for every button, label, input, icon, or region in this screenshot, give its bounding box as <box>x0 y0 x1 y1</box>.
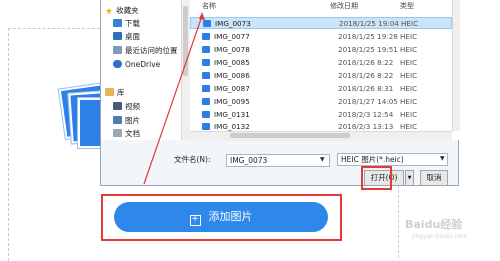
file-type-select[interactable]: HEIC 图片(*.heic) <box>337 153 448 166</box>
column-header-type[interactable]: 类型 <box>400 0 414 12</box>
watermark-logo: Baidu经验 <box>405 218 463 231</box>
documents-icon <box>113 129 122 137</box>
recent-places-icon <box>113 46 122 54</box>
downloads-folder-icon <box>113 19 122 27</box>
arrow-annotation <box>143 12 205 185</box>
chevron-down-icon[interactable]: ▼ <box>320 156 325 163</box>
star-icon: ★ <box>105 7 114 17</box>
open-button-highlight <box>361 166 392 190</box>
cancel-button[interactable]: 取消 <box>420 170 448 186</box>
video-icon <box>113 102 122 110</box>
pictures-icon <box>113 116 122 124</box>
horizontal-scroll-thumb[interactable] <box>230 133 350 138</box>
add-image-button[interactable]: + 添加图片 <box>114 202 328 232</box>
watermark-url: jingyan.baidu.com <box>412 233 468 240</box>
plus-square-icon: + <box>189 214 201 226</box>
cloud-icon <box>113 60 122 68</box>
column-header-date[interactable]: 修改日期 <box>330 0 358 12</box>
library-icon <box>105 88 114 96</box>
desktop-icon <box>113 32 122 40</box>
open-split-chevron-icon[interactable]: ▼ <box>405 170 414 186</box>
nav-item-libraries[interactable]: 库 <box>105 87 125 98</box>
filename-input[interactable]: IMG_0073 <box>226 154 330 167</box>
file-list-vertical-scrollbar[interactable] <box>452 0 460 131</box>
chevron-down-icon[interactable]: ▼ <box>440 155 445 162</box>
